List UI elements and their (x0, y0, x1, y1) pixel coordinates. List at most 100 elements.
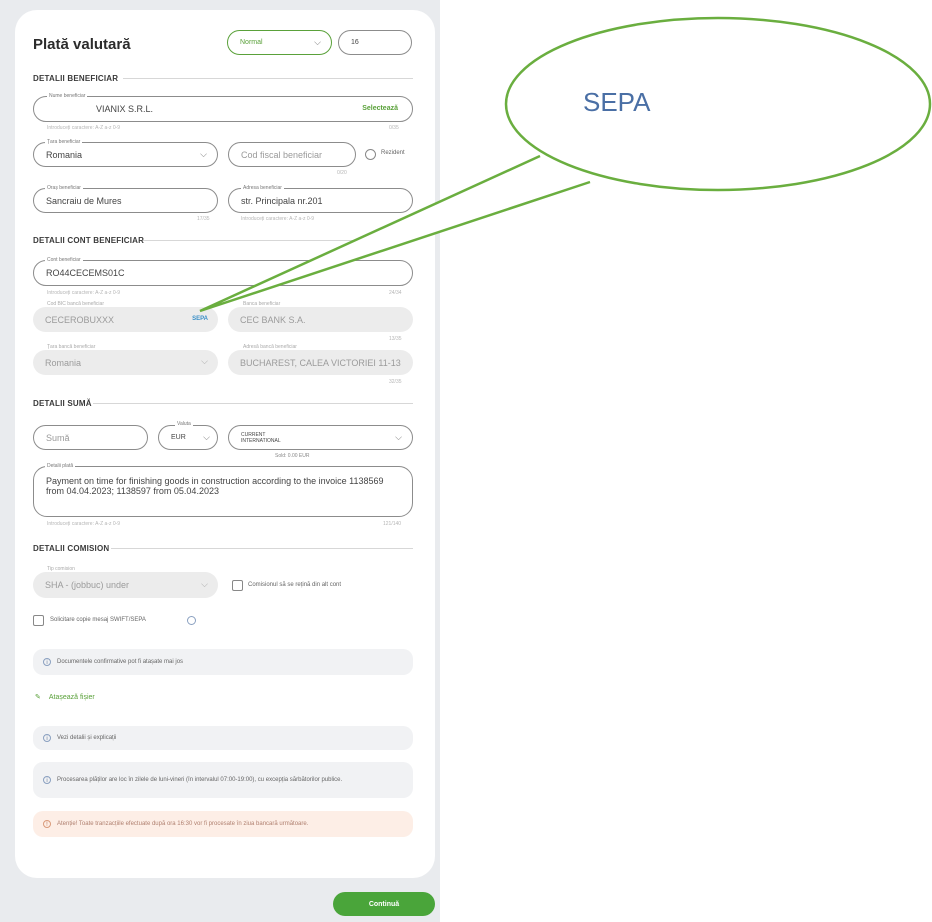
bank-name-label: Banca beneficiar (243, 301, 281, 307)
beneficiary-country-select[interactable]: Romania ⌵ (33, 142, 218, 167)
debit-account-line2: INTERNATIONAL (241, 437, 281, 444)
section-account-title: DETALII CONT BENEFICIAR (33, 236, 145, 245)
bank-address-field: BUCHAREST, CALEA VICTORIEI 11-13 (228, 350, 413, 375)
beneficiary-iban-input[interactable]: RO44CECEMS01C (33, 260, 413, 286)
bic-label: Cod BIC bancă beneficiar (47, 301, 104, 307)
attach-file-button[interactable]: ✎ Atașează fișier (35, 693, 95, 701)
details-notice-text: Vezi detalii și explicații (57, 735, 117, 741)
warning-icon: ! (43, 820, 51, 828)
payment-details-helper: Introduceți caractere: A-Z a-z 0-9 (47, 521, 121, 527)
documents-notice: i Documentele confirmative pot fi atașat… (33, 649, 413, 675)
bank-country-field: Romania ⌵ (33, 350, 218, 375)
beneficiary-city-input[interactable]: Sancraiu de Mures (33, 188, 218, 213)
fiscal-code-input[interactable]: Cod fiscal beneficiar (228, 142, 356, 167)
beneficiary-iban-count: 24/34 (389, 290, 402, 296)
beneficiary-iban-label: Cont beneficiar (45, 257, 83, 263)
amount-placeholder: Sumă (46, 432, 70, 443)
other-account-checkbox[interactable] (232, 580, 243, 591)
chevron-down-icon: ⌵ (200, 149, 207, 159)
resident-checkbox[interactable] (365, 149, 376, 160)
divider (93, 403, 413, 404)
chevron-down-icon: ⌵ (201, 579, 208, 589)
divider (123, 78, 413, 79)
documents-notice-text: Documentele confirmative pot fi atașate … (57, 659, 184, 665)
info-icon: i (43, 776, 51, 784)
paperclip-icon: ✎ (35, 694, 41, 701)
beneficiary-name-value: VIANIX S.R.L. (96, 104, 154, 114)
fiscal-code-count: 0/20 (337, 170, 347, 176)
page-title: Plată valutară (33, 36, 131, 53)
section-amount-title: DETALII SUMĂ (33, 399, 92, 408)
bank-country-label: Țara bancă beneficiar (47, 344, 96, 350)
chevron-down-icon: ⌵ (203, 432, 210, 442)
info-icon: i (43, 658, 51, 666)
bank-address-label: Adresă bancă beneficiar (243, 344, 297, 350)
payment-details-value: Payment on time for finishing goods in c… (46, 476, 384, 496)
bank-name-value: CEC BANK S.A. (240, 314, 306, 325)
beneficiary-city-label: Oraș beneficiar (45, 185, 83, 191)
details-notice[interactable]: i Vezi detalii și explicații (33, 726, 413, 750)
divider (143, 240, 413, 241)
commission-type-select[interactable]: SHA - (jobbuc) under ⌵ (33, 572, 218, 598)
currency-label: Valuta (175, 421, 193, 427)
beneficiary-address-input[interactable]: str. Principala nr.201 (228, 188, 413, 213)
info-icon[interactable] (187, 616, 196, 625)
warning-notice: ! Atenție! Toate tranzacțiile efectuate … (33, 811, 413, 837)
callout-bubble (504, 16, 932, 192)
payment-details-count: 121/140 (383, 521, 402, 527)
chevron-down-icon: ⌵ (314, 37, 321, 47)
payment-details-textarea[interactable]: Payment on time for finishing goods in c… (33, 466, 413, 517)
debit-account-balance: Sold: 0.00 EUR (275, 453, 310, 459)
bank-address-count: 32/35 (389, 379, 402, 385)
beneficiary-city-value: Sancraiu de Mures (46, 195, 122, 206)
continue-button[interactable]: Continuă (333, 892, 435, 916)
processing-notice-text: Procesarea plăților are loc în zilele de… (57, 776, 343, 783)
currency-select[interactable]: EUR ⌵ (158, 425, 218, 450)
payment-form-card: Plată valutară Normal ⌵ 16 DETALII BENEF… (15, 10, 435, 878)
beneficiary-address-label: Adresa beneficiar (241, 185, 284, 191)
processing-notice: i Procesarea plăților are loc în zilele … (33, 762, 413, 798)
urgency-select-value: Normal (240, 39, 263, 46)
amount-input[interactable]: Sumă (33, 425, 148, 450)
beneficiary-city-count: 17/35 (197, 216, 210, 222)
beneficiary-name-count: 0/35 (389, 125, 399, 131)
urgency-select[interactable]: Normal ⌵ (227, 30, 332, 55)
beneficiary-iban-value: RO44CECEMS01C (46, 268, 125, 278)
info-icon: i (43, 734, 51, 742)
sepa-tag: SEPA (192, 316, 208, 322)
commission-type-label: Tip comision (47, 566, 75, 572)
payment-details-label: Detalii plată (45, 463, 76, 469)
section-commission-title: DETALII COMISION (33, 544, 110, 553)
beneficiary-address-helper: Introduceți caractere: A-Z a-z 0-9 (241, 216, 315, 222)
swift-copy-label: Solicitare copie mesaj SWIFT/SEPA (50, 617, 146, 623)
bank-address-value: BUCHAREST, CALEA VICTORIEI 11-13 (240, 357, 401, 368)
beneficiary-iban-helper: Introduceți caractere: A-Z a-z 0-9 (47, 290, 121, 296)
small-field-value: 16 (351, 39, 359, 46)
attach-file-label: Atașează fișier (48, 694, 95, 701)
currency-value: EUR (171, 434, 186, 441)
select-beneficiary-button[interactable]: Selectează (362, 105, 398, 112)
chevron-down-icon: ⌵ (395, 432, 402, 442)
bic-value: CECEROBUXXX (45, 314, 115, 325)
beneficiary-name-label: Nume beneficiar (47, 93, 88, 99)
bic-field: CECEROBUXXX SEPA (33, 307, 218, 332)
beneficiary-name-helper: Introduceți caractere: A-Z a-z 0-9 (47, 125, 121, 131)
commission-type-value: SHA - (jobbuc) under (45, 580, 130, 590)
bank-name-field: CEC BANK S.A. (228, 307, 413, 332)
fiscal-code-placeholder: Cod fiscal beneficiar (241, 149, 323, 160)
bank-name-count: 13/35 (389, 336, 402, 342)
divider (111, 548, 413, 549)
beneficiary-address-value: str. Principala nr.201 (241, 195, 323, 206)
beneficiary-country-label: Țara beneficiar (45, 139, 83, 145)
other-account-label: Comisionul să se rețină din alt cont (248, 582, 342, 588)
beneficiary-name-field[interactable]: VIANIX S.R.L. Selectează (33, 96, 413, 122)
callout-label: SEPA (583, 87, 651, 117)
small-field[interactable]: 16 (338, 30, 412, 55)
bank-country-value: Romania (45, 357, 82, 368)
warning-notice-text: Atenție! Toate tranzacțiile efectuate du… (57, 821, 309, 827)
beneficiary-country-value: Romania (46, 149, 83, 160)
debit-account-select[interactable]: CURRENT INTERNATIONAL ⌵ (228, 425, 413, 450)
section-beneficiary-title: DETALII BENEFICIAR (33, 74, 119, 83)
swift-copy-checkbox[interactable] (33, 615, 44, 626)
resident-label: Rezident (381, 150, 405, 156)
